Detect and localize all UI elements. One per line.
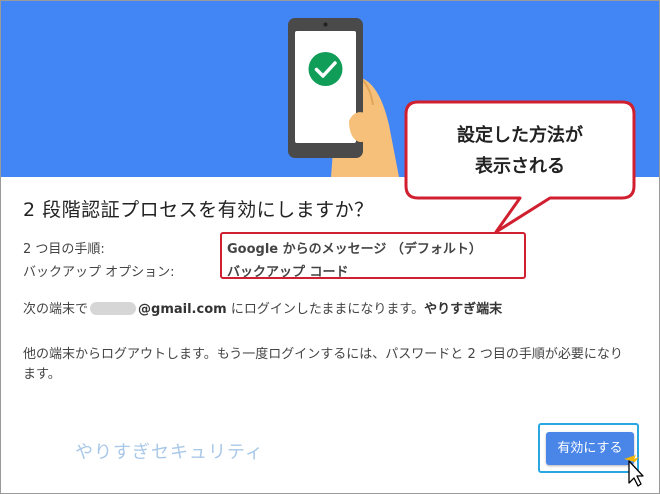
device-notice-middle: にログインしたままになります。 xyxy=(226,302,425,317)
second-step-label: 2 つ目の手順: xyxy=(23,242,105,257)
device-name: やりすぎ端末 xyxy=(424,302,503,317)
email-domain: @gmail.com xyxy=(138,302,227,317)
callout-line-2: 表示される xyxy=(475,156,565,177)
watermark: やりすぎセキュリティ xyxy=(75,442,264,463)
device-notice-prefix: 次の端末で xyxy=(23,302,89,317)
redacted-email-mask xyxy=(90,302,137,315)
backup-option-label: バックアップ オプション: xyxy=(23,265,175,280)
logout-notice: 他の端末からログアウトします。もう一度ログインするには、パスワードと 2 つ目の… xyxy=(23,347,623,382)
two-step-dialog: 2 段階認証プロセスを有効にしますか？ 2 つ目の手順: Google からのメ… xyxy=(0,0,660,494)
device-notice: 次の端末で @gmail.com にログインしたままになります。やりすぎ端末 xyxy=(23,300,502,320)
callout-line-1: 設定した方法が xyxy=(457,125,583,146)
pointer-cursor-icon xyxy=(624,455,644,487)
dialog-title: 2 段階認証プロセスを有効にしますか？ xyxy=(23,199,374,221)
